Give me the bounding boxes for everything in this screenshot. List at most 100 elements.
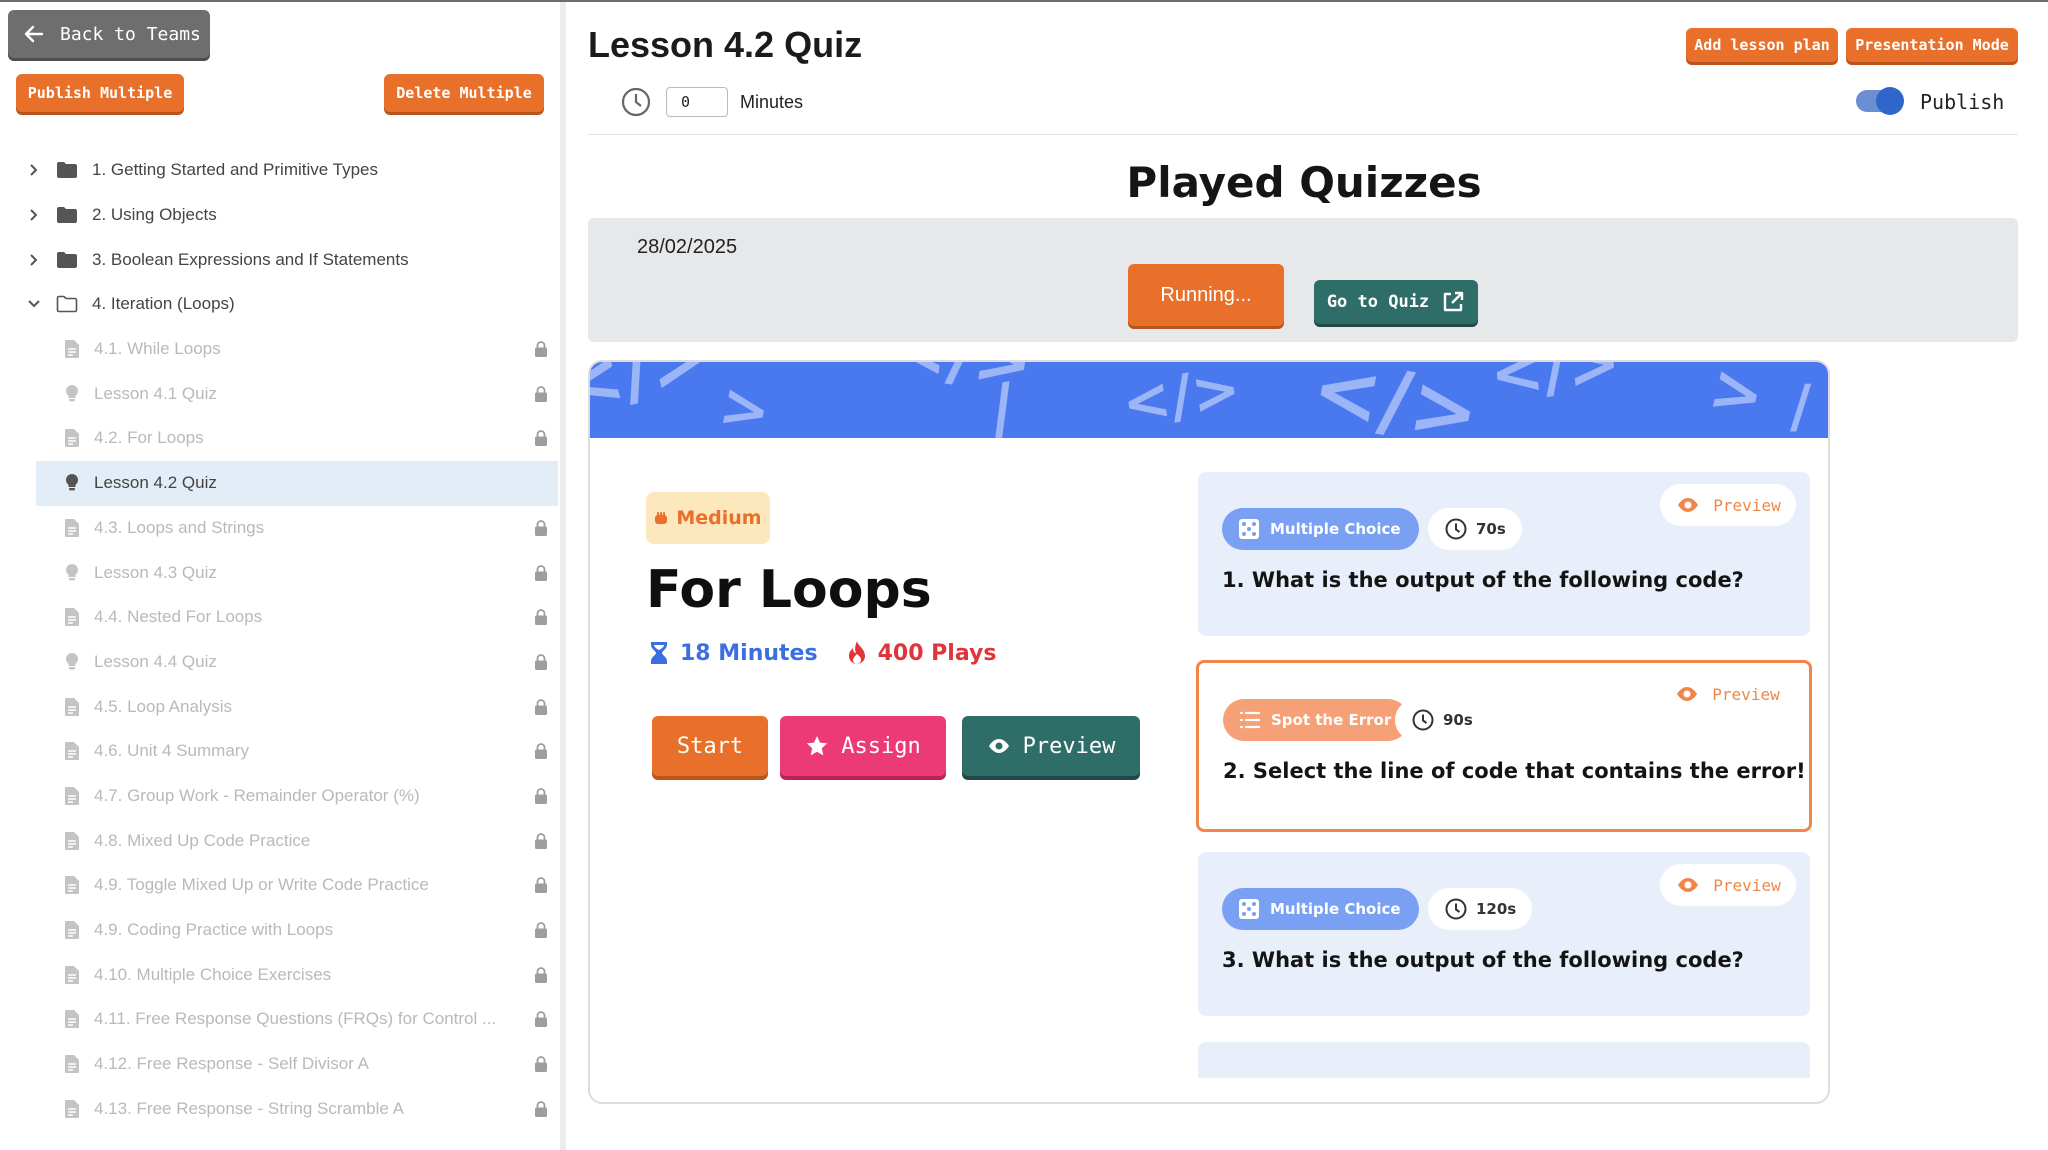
assign-button[interactable]: Assign (780, 716, 946, 776)
difficulty-badge: Medium (646, 492, 770, 544)
question-card[interactable]: Multiple Choice 120s Preview 3. What is … (1198, 852, 1810, 1016)
lesson-row[interactable]: 4.2. For Loops (0, 416, 560, 461)
lesson-label: 4.8. Mixed Up Code Practice (94, 830, 311, 850)
list-icon (1239, 711, 1261, 729)
document-icon (65, 921, 79, 940)
document-icon (65, 876, 79, 895)
fist-icon (655, 512, 668, 524)
banner-pattern: > (713, 369, 778, 438)
chevron-right-icon[interactable] (26, 162, 42, 178)
document-icon (65, 1099, 79, 1118)
fire-icon (848, 641, 865, 664)
publish-multiple-button[interactable]: Publish Multiple (16, 74, 184, 112)
minutes-input[interactable]: 0 (666, 87, 728, 117)
unit-1-row[interactable]: 1. Getting Started and Primitive Types (0, 148, 560, 193)
unit-3-row[interactable]: 3. Boolean Expressions and If Statements (0, 237, 560, 282)
arrow-left-icon (24, 25, 44, 43)
question-list: Multiple Choice 70s Preview 1. What is t… (1190, 472, 1812, 1078)
lesson-row[interactable]: 4.5. Loop Analysis (0, 684, 560, 729)
lesson-label: 4.3. Loops and Strings (94, 517, 265, 537)
lesson-row[interactable]: 4.3. Loops and Strings (0, 506, 560, 551)
lock-icon (535, 430, 547, 447)
document-icon (65, 742, 79, 761)
lesson-row[interactable]: 4.4. Nested For Loops (0, 595, 560, 640)
page-title: Lesson 4.2 Quiz (588, 24, 863, 65)
question-preview-button[interactable]: Preview (1659, 673, 1795, 715)
folder-open-icon (56, 296, 78, 313)
question-preview-label: Preview (1712, 684, 1780, 704)
publish-toggle[interactable] (1856, 87, 1904, 115)
question-card[interactable] (1198, 1042, 1810, 1078)
lesson-row[interactable]: 4.9. Coding Practice with Loops (0, 908, 560, 953)
lesson-row[interactable]: 4.8. Mixed Up Code Practice (0, 818, 560, 863)
lesson-label: Lesson 4.2 Quiz (94, 473, 217, 493)
document-icon (65, 1010, 79, 1029)
folder-icon (57, 251, 77, 268)
lesson-label: 4.9. Toggle Mixed Up or Write Code Pract… (94, 875, 429, 895)
quiz-meta: 18 Minutes 400 Plays (648, 640, 996, 666)
document-icon (65, 1055, 79, 1074)
banner-pattern: </> (885, 362, 1038, 406)
lesson-label: 4.9. Coding Practice with Loops (94, 920, 334, 940)
banner-pattern: </> (1117, 362, 1245, 438)
lesson-row[interactable]: Lesson 4.1 Quiz (0, 371, 560, 416)
lock-icon (535, 788, 547, 804)
lock-icon (535, 609, 547, 626)
quiz-banner: </> > </> / </> </> </> > / (590, 362, 1828, 438)
lesson-row[interactable]: 4.1. While Loops (0, 327, 560, 372)
lock-icon (535, 922, 547, 939)
question-type-badge: Multiple Choice (1222, 508, 1419, 550)
plays-label: 400 Plays (877, 640, 997, 666)
go-to-quiz-button[interactable]: Go to Quiz (1314, 280, 1478, 324)
duration: 18 Minutes (648, 640, 818, 666)
lesson-label: 4.7. Group Work - Remainder Operator (%) (94, 785, 420, 805)
question-preview-button[interactable]: Preview (1660, 864, 1796, 906)
time-limit-row: 0 Minutes (620, 86, 803, 118)
lesson-tree: 1. Getting Started and Primitive Types 2… (0, 148, 560, 1131)
document-icon (65, 518, 79, 537)
lesson-row[interactable]: Lesson 4.3 Quiz (0, 550, 560, 595)
folder-icon (57, 207, 77, 224)
banner-pattern: > (1701, 362, 1772, 436)
lesson-label: 4.13. Free Response - String Scramble A (94, 1098, 404, 1118)
folder-icon (57, 162, 77, 179)
chevron-right-icon[interactable] (26, 207, 42, 223)
question-card[interactable]: Multiple Choice 70s Preview 1. What is t… (1198, 472, 1810, 636)
preview-button[interactable]: Preview (962, 716, 1140, 776)
lesson-row[interactable]: 4.10. Multiple Choice Exercises (0, 952, 560, 997)
clock-icon (1412, 709, 1434, 731)
start-button[interactable]: Start (652, 716, 768, 776)
lesson-row[interactable]: 4.7. Group Work - Remainder Operator (%) (0, 774, 560, 819)
lesson-list: 4.1. While Loops Lesson 4.1 Quiz 4.2. For … (0, 327, 560, 1131)
unit-label: 3. Boolean Expressions and If Statements (92, 249, 409, 269)
unit-4-row[interactable]: 4. Iteration (Loops) (0, 282, 560, 327)
lesson-label: 4.4. Nested For Loops (94, 607, 263, 627)
lesson-label: 4.2. For Loops (94, 428, 204, 448)
unit-label: 2. Using Objects (92, 205, 217, 225)
lesson-row[interactable]: 4.6. Unit 4 Summary (0, 729, 560, 774)
add-lesson-plan-button[interactable]: Add lesson plan (1686, 28, 1838, 62)
question-text: 3. What is the output of the following c… (1222, 948, 1744, 972)
plays: 400 Plays (846, 640, 997, 666)
lock-icon (535, 564, 547, 581)
presentation-mode-button[interactable]: Presentation Mode (1846, 28, 2018, 62)
question-preview-button[interactable]: Preview (1660, 484, 1796, 526)
running-button[interactable]: Running... (1128, 264, 1284, 326)
unit-2-row[interactable]: 2. Using Objects (0, 193, 560, 238)
lesson-row[interactable]: 4.12. Free Response - Self Divisor A (0, 1042, 560, 1087)
main-content: Lesson 4.2 Quiz Add lesson plan Presenta… (588, 2, 2020, 1150)
lock-icon (535, 1100, 547, 1117)
lesson-row[interactable]: Lesson 4.4 Quiz (0, 640, 560, 685)
question-card[interactable]: Spot the Error 90s Preview 2. Select the… (1196, 660, 1812, 832)
lesson-row[interactable]: 4.9. Toggle Mixed Up or Write Code Pract… (0, 863, 560, 908)
lesson-label: 4.10. Multiple Choice Exercises (94, 964, 332, 984)
lesson-row[interactable]: 4.13. Free Response - String Scramble A (0, 1086, 560, 1131)
lesson-row[interactable]: Lesson 4.2 Quiz (36, 460, 558, 506)
delete-multiple-button[interactable]: Delete Multiple (384, 74, 544, 112)
document-icon (65, 608, 79, 627)
sidebar: Back to Teams Publish Multiple Delete Mu… (0, 2, 566, 1150)
chevron-down-icon[interactable] (26, 296, 42, 312)
lesson-row[interactable]: 4.11. Free Response Questions (FRQs) for… (0, 997, 560, 1042)
chevron-right-icon[interactable] (26, 252, 42, 268)
back-to-teams-button[interactable]: Back to Teams (8, 10, 210, 58)
